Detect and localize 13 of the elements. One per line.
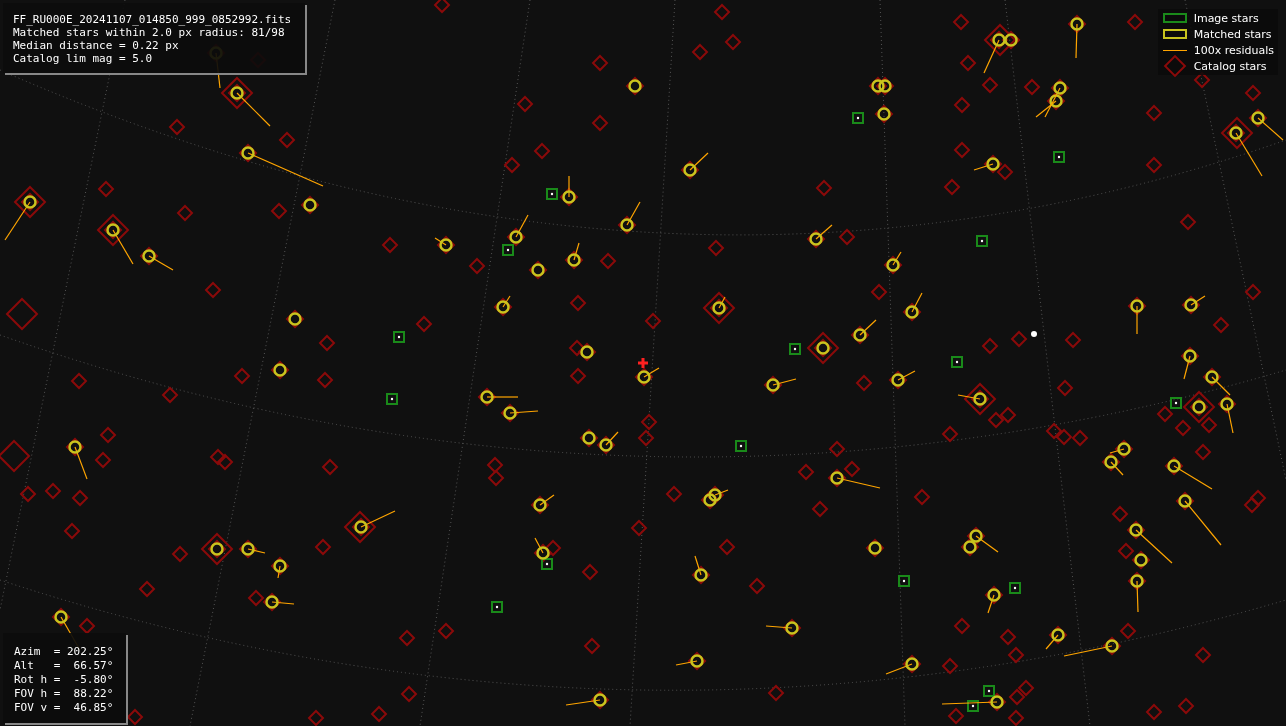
info-text: Median distance = 0.22 px <box>13 39 180 52</box>
info-text: Matched stars within 2.0 px radius: 81/98 <box>13 26 286 39</box>
info-text: FF_RU000E_20241107_014850_999_0852992.fits <box>13 13 292 26</box>
info-text: FOV v = 46.85° <box>14 701 114 715</box>
info-text: Rot h = -5.80° <box>14 673 114 687</box>
legend-label: Image stars <box>1193 11 1259 25</box>
info-text: Alt = 66.57° <box>14 659 114 673</box>
legend-label: Catalog stars <box>1193 59 1267 73</box>
legend-label: Matched stars <box>1193 27 1272 41</box>
info-text: FOV h = 88.22° <box>14 687 114 701</box>
info-text: Azim = 202.25° <box>14 645 114 659</box>
info-text: Catalog lim mag = 5.0 <box>13 52 154 65</box>
legend-label: 100x residuals <box>1193 43 1274 57</box>
